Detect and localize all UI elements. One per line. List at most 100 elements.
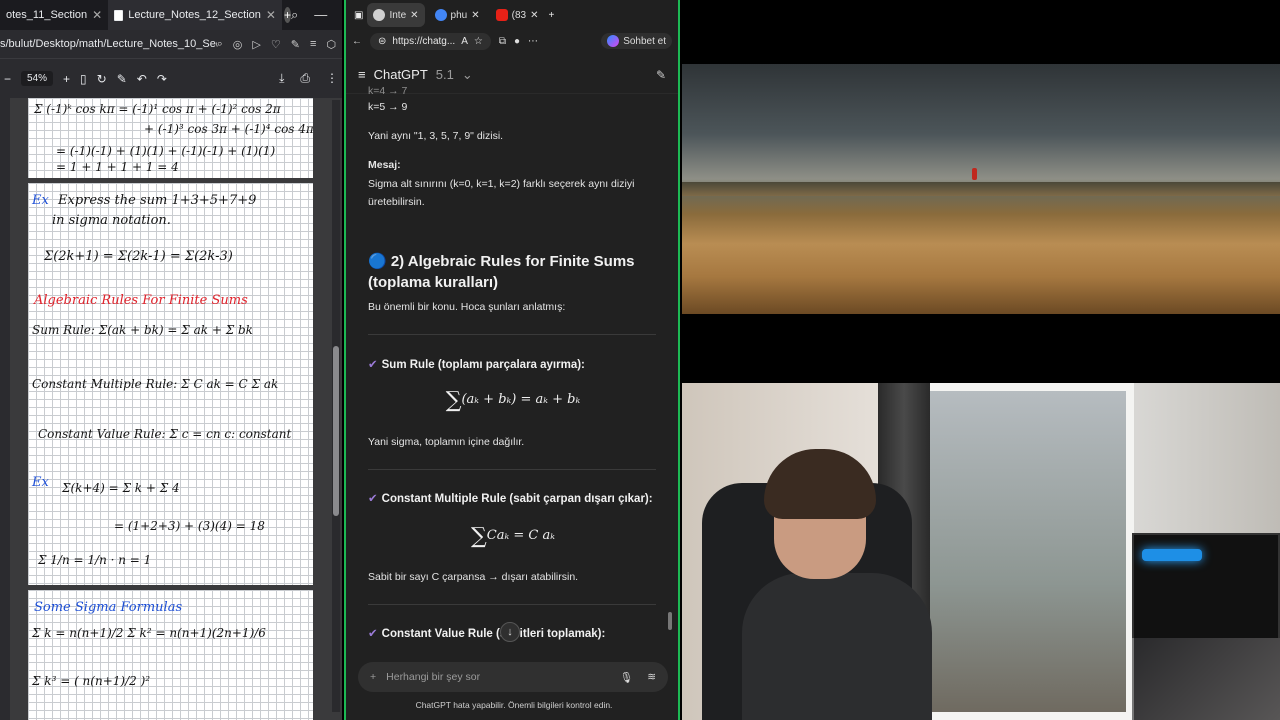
copilot-icon [607, 35, 620, 47]
edge-address-bar: ← ⊜ https://chatg... A ☆ ⧉ ● ⋯ Sohbet et [346, 30, 678, 52]
formula-text: Caₖ = C aₖ [486, 528, 555, 543]
minimize-icon[interactable]: — [314, 7, 327, 23]
pdf-tab-lecture-11[interactable]: otes_11_Section ✕ [0, 0, 108, 30]
divider [368, 334, 656, 335]
camera-icon[interactable]: ◎ [233, 38, 243, 51]
close-icon[interactable]: ✕ [266, 8, 276, 22]
read-aloud-icon[interactable]: ▷ [252, 38, 260, 51]
search-icon[interactable]: ⌕ [217, 38, 223, 51]
checkmark-icon: ✔ [368, 628, 378, 640]
search-icon[interactable]: ⌕ [291, 7, 298, 23]
menu-icon[interactable]: ≡ [310, 38, 316, 51]
pdf-viewer-window: otes_11_Section ✕ Lecture_Notes_12_Secti… [0, 0, 342, 720]
handwritten-line: Σ(2k+1) = Σ(2k-1) = Σ(2k-3) [44, 249, 233, 264]
address-icons: ⌕ ◎ ▷ ♡ ✎ ≡ ⬡ [217, 38, 336, 51]
scrollbar-thumb[interactable] [668, 612, 672, 630]
example-tag: Ex [32, 475, 49, 490]
rule-heading: ✔ Constant Value Rule (sabitleri toplamak… [368, 626, 605, 640]
draw-icon[interactable]: ✎ [291, 38, 300, 51]
section-title-handwritten: Algebraic Rules For Finite Sums [34, 293, 248, 308]
rule-heading: ✔ Sum Rule (toplamı parçalara ayırma): [368, 357, 585, 371]
plus-icon[interactable]: + [370, 671, 376, 683]
tab-google[interactable]: phu ✕ [429, 3, 486, 27]
divider [368, 604, 656, 605]
rule-title: Constant Value Rule (sabitleri toplamak)… [381, 628, 606, 640]
tab-label: phu [450, 9, 468, 21]
formula-text: (aₖ + bₖ) = aₖ + bₖ [461, 392, 581, 407]
composer-placeholder[interactable]: Herhangi bir şey sor [386, 671, 480, 683]
address-url[interactable]: s/bulut/Desktop/math/Lecture_Notes_10_Se… [0, 38, 217, 50]
profile-icon[interactable]: ● [514, 36, 520, 47]
wheat-field-video-frame [682, 64, 1280, 314]
person-torso [742, 573, 932, 720]
extensions-icon[interactable]: ⧉ [499, 36, 506, 47]
model-version[interactable]: 5.1 [436, 67, 454, 82]
divider [368, 469, 656, 470]
math-formula: ∑(aₖ + bₖ) = aₖ + bₖ [368, 388, 658, 413]
undo-icon[interactable]: ↶ [137, 72, 147, 86]
new-tab-icon[interactable]: + [283, 7, 291, 23]
favorite-icon[interactable]: ♡ [271, 38, 281, 51]
handwritten-line: in sigma notation. [52, 213, 171, 228]
highlight-icon[interactable]: ✎ [117, 72, 127, 86]
pdf-tab-lecture-12[interactable]: Lecture_Notes_12_Section ✕ [108, 0, 282, 30]
new-tab-icon[interactable]: + [548, 10, 554, 21]
runner-figure [972, 168, 977, 180]
copilot-chat-button[interactable]: Sohbet et [601, 33, 672, 49]
read-aloud-icon[interactable]: A [461, 36, 468, 47]
close-icon[interactable]: ✕ [410, 10, 418, 21]
message-label: Mesaj: [368, 159, 401, 171]
scroll-down-button[interactable]: ↓ [500, 622, 520, 642]
tab-chatgpt[interactable]: Inte ✕ [367, 3, 425, 27]
voice-mode-icon[interactable]: ≋ [647, 671, 656, 684]
more-icon[interactable]: ⋮ [326, 71, 338, 86]
pdf-page-1: Σ (-1)ᵏ cos kπ = (-1)¹ cos π + (-1)² cos… [28, 98, 313, 178]
site-info-icon[interactable]: ⊜ [378, 36, 386, 47]
handwritten-line: Constant Multiple Rule: Σ C ak = C Σ ak [32, 377, 279, 391]
pdf-address-bar: s/bulut/Desktop/math/Lecture_Notes_10_Se… [0, 30, 342, 58]
zoom-in-icon[interactable]: + [63, 72, 70, 86]
chatgpt-browser-window: ▣ Inte ✕ phu ✕ (83 ✕ + ← ⊜ https://chatg… [344, 0, 680, 720]
fit-page-icon[interactable]: ▯ [80, 72, 87, 86]
composer-actions: 🎙 ≋ [620, 671, 656, 684]
pdf-page-2: Ex Express the sum 1+3+5+7+9 in sigma no… [28, 183, 313, 585]
person-hair [764, 449, 876, 519]
redo-icon[interactable]: ↷ [157, 72, 167, 86]
section-title-handwritten: Some Sigma Formulas [34, 600, 183, 615]
url-field[interactable]: ⊜ https://chatg... A ☆ [370, 32, 491, 50]
download-icon[interactable]: ⤓ [279, 71, 284, 86]
more-icon[interactable]: ⋯ [528, 36, 538, 47]
sidebar-toggle-icon[interactable]: ≡ [358, 67, 366, 82]
tab-actions-icon[interactable]: ▣ [354, 10, 363, 21]
close-icon[interactable]: ✕ [471, 10, 479, 21]
extension-icon[interactable]: ⬡ [326, 38, 336, 51]
webcam-feed [682, 383, 1280, 720]
print-icon[interactable]: ⎙ [300, 71, 310, 86]
chat-scrollbar[interactable] [668, 70, 672, 630]
tab-label: Inte [389, 9, 407, 21]
tab-youtube[interactable]: (83 ✕ [490, 3, 545, 27]
message-composer[interactable]: + Herhangi bir şey sor 🎙 ≋ [358, 662, 668, 692]
new-chat-icon[interactable]: ✎ [656, 68, 666, 82]
chevron-down-icon[interactable]: ⌄ [462, 67, 473, 83]
youtube-icon [495, 9, 508, 21]
microphone-icon[interactable]: 🎙 [620, 671, 633, 684]
video-player[interactable] [682, 0, 1280, 383]
favorite-icon[interactable]: ☆ [474, 36, 483, 47]
close-icon[interactable]: ✕ [92, 8, 102, 22]
chatgpt-icon [373, 9, 386, 21]
pdf-tab-bar: otes_11_Section ✕ Lecture_Notes_12_Secti… [0, 0, 342, 30]
back-icon[interactable]: ← [352, 36, 362, 47]
zoom-out-icon[interactable]: − [4, 72, 11, 86]
scrollbar-thumb[interactable] [333, 346, 339, 516]
handwritten-line: = (-1)(-1) + (1)(1) + (-1)(-1) + (1)(1) [56, 144, 276, 158]
pdf-scrollbar[interactable] [332, 100, 340, 712]
zoom-level[interactable]: 54% [21, 71, 54, 86]
horizon [682, 182, 1280, 196]
model-name[interactable]: ChatGPT [374, 67, 428, 82]
rotate-icon[interactable]: ↻ [97, 72, 107, 86]
message-line: k=5 → 9 [368, 101, 408, 113]
window-controls: ⌕ — ☐ ✕ [291, 7, 342, 23]
google-icon [434, 9, 447, 21]
close-icon[interactable]: ✕ [530, 10, 538, 21]
